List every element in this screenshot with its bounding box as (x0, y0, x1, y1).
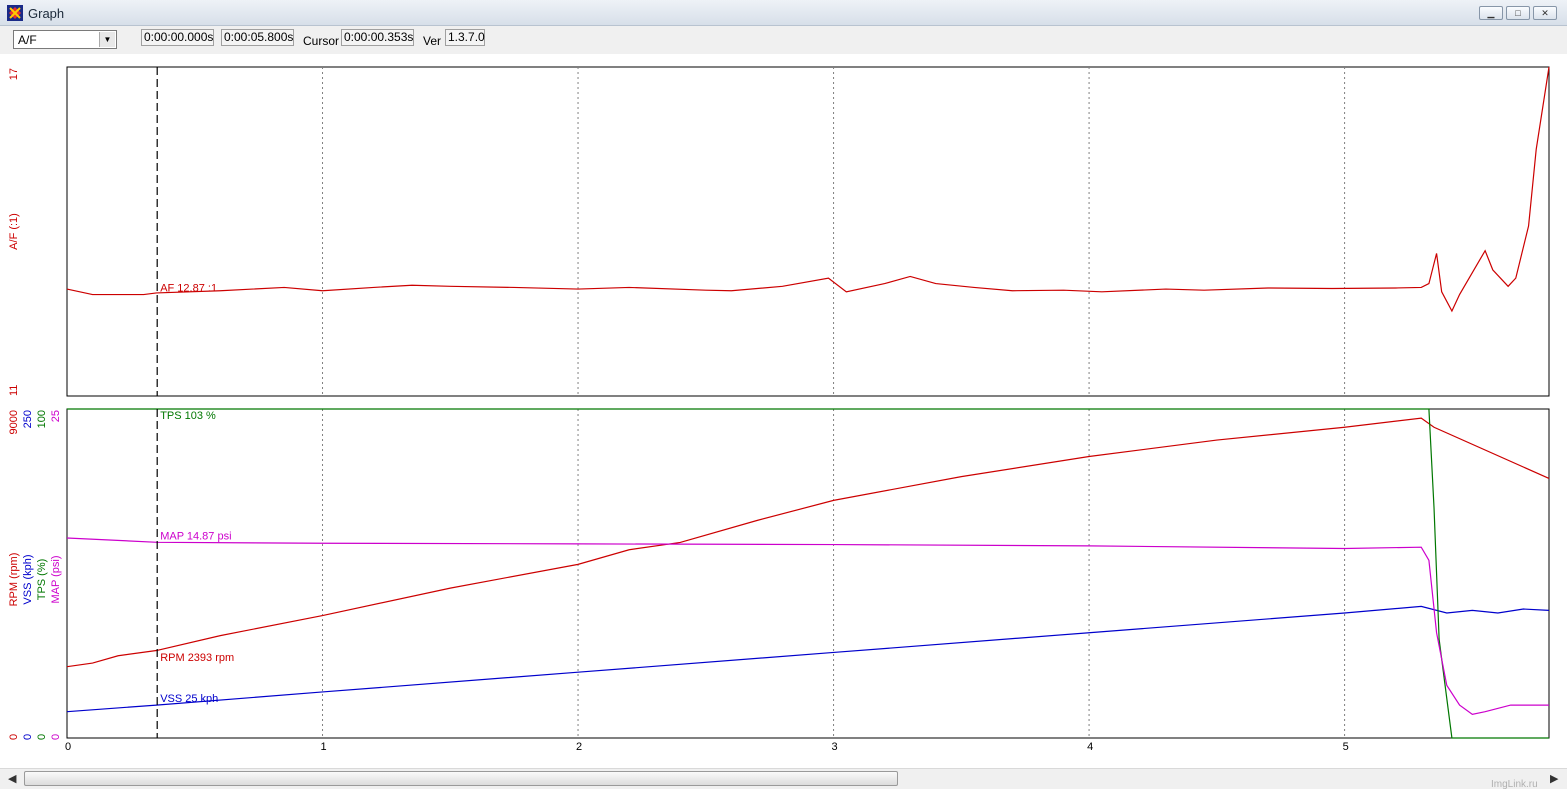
main-y-tick-min: 0 (22, 734, 34, 740)
af-y-tick-min: 11 (8, 385, 20, 396)
cursor-label: Cursor (303, 34, 340, 48)
version-label: Ver (423, 34, 442, 48)
app-icon (7, 5, 23, 21)
x-tick-label: 2 (576, 741, 582, 753)
x-tick-label: 1 (321, 741, 327, 753)
main-y-tick-min: 0 (36, 734, 48, 740)
cursor-time-field: 0:00:00.353s (341, 29, 414, 46)
maximize-button[interactable]: □ (1506, 6, 1530, 20)
main-y-axis-label: VSS (kph) (22, 554, 34, 604)
main-y-tick-max: 100 (36, 410, 48, 428)
x-tick-label: 0 (65, 741, 71, 753)
tps-cursor-value-label: TPS 103 % (160, 410, 216, 422)
x-tick-label: 4 (1087, 741, 1093, 753)
start-time-field: 0:00:00.000s (141, 29, 214, 46)
x-tick-label: 3 (832, 741, 838, 753)
close-button[interactable]: ✕ (1533, 6, 1557, 20)
scroll-left-icon[interactable]: ◀ (8, 772, 16, 785)
chevron-down-icon[interactable]: ▼ (99, 32, 115, 47)
main-y-tick-max: 25 (50, 410, 62, 422)
main-y-tick-min: 0 (8, 734, 20, 740)
af-cursor-value-label: AF 12.87 :1 (160, 282, 217, 294)
graph-background (0, 54, 1567, 768)
main-y-axis-label: RPM (rpm) (8, 553, 20, 607)
main-y-tick-max: 9000 (8, 410, 20, 434)
title-bar: Graph ▁ □ ✕ (0, 0, 1567, 26)
end-time-field: 0:00:05.800s (221, 29, 294, 46)
main-y-tick-min: 0 (50, 734, 62, 740)
graph-area[interactable]: 012345 17A/F (:1)119000RPM (rpm)0250VSS … (0, 54, 1567, 768)
version-field: 1.3.7.0 (445, 29, 485, 46)
channel-select-value: A/F (18, 33, 37, 47)
rpm-cursor-value-label: RPM 2393 rpm (160, 652, 234, 664)
watermark: ImgLink.ru (1491, 779, 1538, 790)
minimize-button[interactable]: ▁ (1479, 6, 1503, 20)
af-y-tick-max: 17 (8, 68, 20, 80)
main-y-axis-label: MAP (psi) (50, 555, 62, 603)
x-tick-label: 5 (1343, 741, 1349, 753)
vss-cursor-value-label: VSS 25 kph (160, 693, 218, 705)
window-title: Graph (28, 6, 65, 21)
scrollbar-thumb[interactable] (24, 771, 898, 786)
main-y-tick-max: 250 (22, 410, 34, 428)
map-cursor-value-label: MAP 14.87 psi (160, 530, 231, 542)
scroll-right-icon[interactable]: ▶ (1550, 772, 1558, 785)
channel-select[interactable]: A/F ▼ (13, 30, 117, 49)
af-y-axis-label: A/F (:1) (8, 213, 20, 250)
main-y-axis-label: TPS (%) (36, 559, 48, 601)
